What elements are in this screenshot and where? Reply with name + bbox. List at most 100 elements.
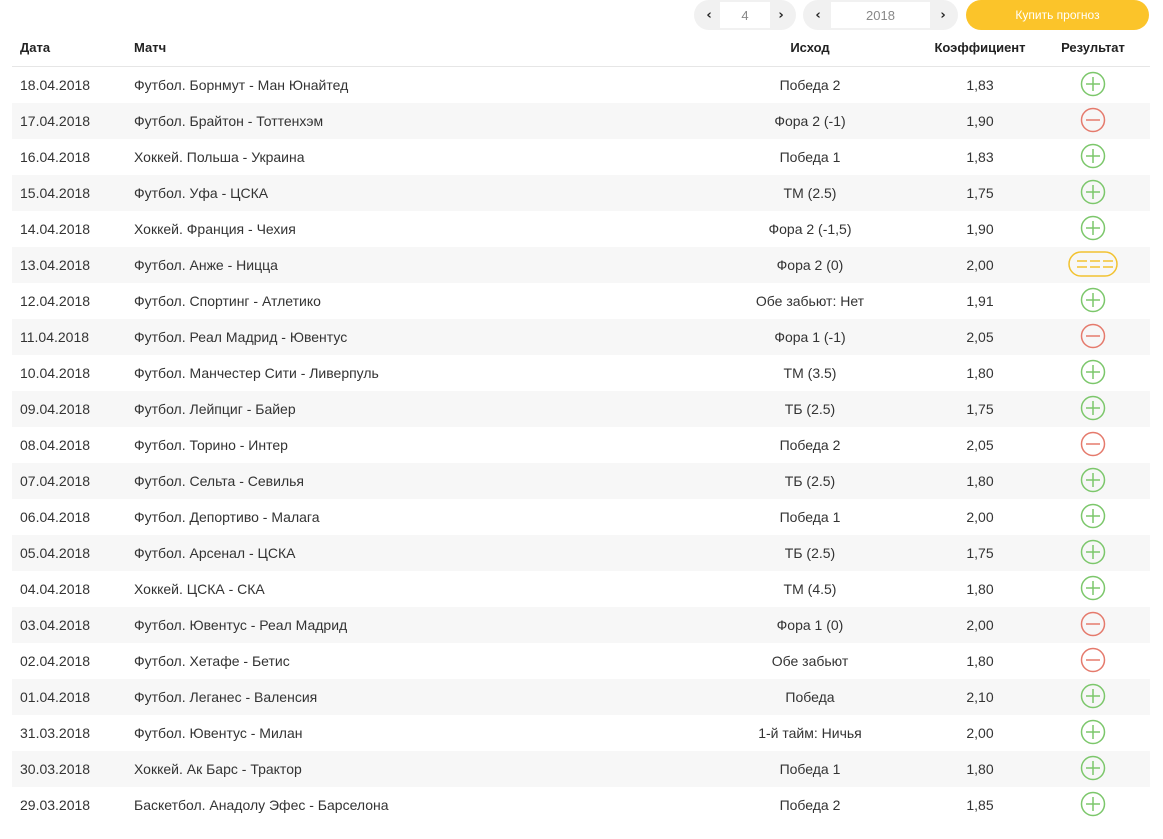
table-row: 10.04.2018 Футбол. Манчестер Сити - Ливер… [12,355,1150,391]
table-row: 09.04.2018 Футбол. Лейпциг - Байер ТБ (2.5… [12,391,1150,427]
row-match: Баскетбол. Анадолу Эфес - Барселона [134,797,389,813]
plus-circle-icon [1080,215,1106,244]
plus-circle-icon [1080,179,1106,208]
row-coef: 1,80 [966,581,994,597]
plus-circle-icon [1080,503,1106,532]
minus-circle-icon [1080,107,1106,136]
year-prev-button[interactable]: ‹ [803,0,833,30]
year-next-button[interactable]: › [928,0,958,30]
table-row: 04.04.2018 Хоккей. ЦСКА - СКА ТМ (4.5) 1,80 [12,571,1150,607]
row-match: Футбол. Спортинг - Атлетико [134,293,321,309]
row-outcome: Фора 2 (-1) [774,113,846,129]
row-result [1052,787,1134,823]
row-result [1052,283,1134,319]
row-result [1052,427,1134,463]
row-coef: 2,00 [966,617,994,633]
row-date: 05.04.2018 [20,545,91,561]
plus-circle-icon [1080,683,1106,712]
row-match: Футбол. Леганес - Валенсия [134,689,318,705]
row-outcome: ТБ (2.5) [784,473,836,489]
row-result [1052,643,1134,679]
row-outcome: ТМ (2.5) [783,185,837,201]
month-stepper[interactable]: ‹ 4 › [694,0,796,30]
table-row: 15.04.2018 Футбол. Уфа - ЦСКА ТМ (2.5) 1,75 [12,175,1150,211]
row-result [1052,211,1134,247]
minus-circle-icon [1080,647,1106,676]
row-match: Футбол. Уфа - ЦСКА [134,185,269,201]
row-date: 29.03.2018 [20,797,91,813]
row-result [1052,751,1134,787]
plus-circle-icon [1080,539,1106,568]
row-result [1052,499,1134,535]
row-date: 18.04.2018 [20,77,91,93]
table-row: 29.03.2018 Баскетбол. Анадолу Эфес - Барс… [12,787,1150,823]
plus-circle-icon [1080,755,1106,784]
row-date: 12.04.2018 [20,293,91,309]
table-row: 01.04.2018 Футбол. Леганес - Валенсия Побе… [12,679,1150,715]
row-match: Футбол. Манчестер Сити - Ливерпуль [134,365,379,381]
row-result [1052,247,1134,283]
plus-circle-icon [1080,467,1106,496]
year-stepper[interactable]: ‹ 2018 › [803,0,958,30]
row-outcome: Фора 1 (-1) [774,329,846,345]
row-result [1052,67,1134,103]
row-match: Хоккей. Ак Барс - Трактор [134,761,302,777]
row-date: 09.04.2018 [20,401,91,417]
plus-circle-icon [1080,719,1106,748]
row-match: Футбол. Реал Мадрид - Ювентус [134,329,348,345]
row-outcome: Победа 2 [779,797,841,813]
row-result [1052,715,1134,751]
plus-circle-icon [1080,143,1106,172]
row-outcome: Фора 1 (0) [776,617,844,633]
header-result: Результат [1061,40,1125,55]
row-coef: 1,90 [966,221,994,237]
header-outcome: Исход [790,40,830,55]
row-result [1052,175,1134,211]
return-icon [1068,250,1118,280]
row-date: 15.04.2018 [20,185,91,201]
row-date: 31.03.2018 [20,725,91,741]
row-result [1052,319,1134,355]
table-row: 02.04.2018 Футбол. Хетафе - Бетис Обе забь… [12,643,1150,679]
row-outcome: Победа 1 [779,761,841,777]
row-outcome: Победа 1 [779,509,841,525]
table-row: 05.04.2018 Футбол. Арсенал - ЦСКА ТБ (2.5)… [12,535,1150,571]
table-row: 17.04.2018 Футбол. Брайтон - Тоттенхэм Фор… [12,103,1150,139]
row-match: Футбол. Ювентус - Милан [134,725,303,741]
row-coef: 2,00 [966,725,994,741]
row-coef: 1,85 [966,797,994,813]
row-match: Футбол. Хетафе - Бетис [134,653,290,669]
table-row: 07.04.2018 Футбол. Сельта - Севилья ТБ (2.… [12,463,1150,499]
row-date: 13.04.2018 [20,257,91,273]
month-value: 4 [720,2,770,28]
row-result [1052,571,1134,607]
row-outcome: ТМ (3.5) [783,365,837,381]
buy-forecast-button[interactable]: Купить прогноз [966,0,1149,30]
table-row: 13.04.2018 Футбол. Анже - Ницца Фора 2 (0)… [12,247,1150,283]
table-row: 08.04.2018 Футбол. Торино - Интер Победа 2… [12,427,1150,463]
row-coef: 2,00 [966,509,994,525]
month-next-button[interactable]: › [766,0,796,30]
row-match: Хоккей. Франция - Чехия [134,221,296,237]
table-row: 11.04.2018 Футбол. Реал Мадрид - Ювентус Ф… [12,319,1150,355]
minus-circle-icon [1080,431,1106,460]
row-result [1052,103,1134,139]
row-outcome: Обе забьют: Нет [755,293,865,309]
header-date: Дата [20,40,51,55]
row-date: 08.04.2018 [20,437,91,453]
table-body: 18.04.2018 Футбол. Борнмут - Ман Юнайтед П… [12,67,1150,823]
row-coef: 1,80 [966,653,994,669]
row-coef: 1,80 [966,365,994,381]
row-match: Футбол. Депортиво - Малага [134,509,320,525]
plus-circle-icon [1080,359,1106,388]
row-date: 03.04.2018 [20,617,91,633]
plus-circle-icon [1080,791,1106,820]
row-coef: 1,80 [966,473,994,489]
row-outcome: Обе забьют [771,653,849,669]
row-outcome: ТМ (4.5) [783,581,837,597]
row-outcome: Победа 2 [779,77,841,93]
row-result [1052,139,1134,175]
row-outcome: Победа 2 [779,437,841,453]
row-coef: 1,90 [966,113,994,129]
plus-circle-icon [1080,287,1106,316]
